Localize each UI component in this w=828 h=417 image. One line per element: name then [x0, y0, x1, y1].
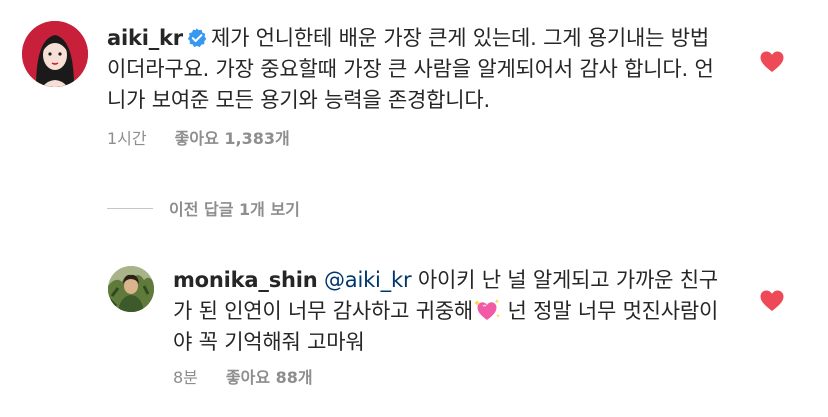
comment-likes[interactable]: 좋아요 1,383개	[175, 129, 290, 148]
replies-divider	[107, 207, 153, 209]
avatar-aiki-kr[interactable]	[22, 21, 88, 87]
comment-2-text: monika_shin @aiki_kr 아이키 난 널 알게되고 가까운 친구…	[173, 265, 733, 358]
avatar-monika-shin[interactable]	[108, 266, 154, 312]
like-heart-icon[interactable]	[760, 51, 784, 73]
view-replies-label[interactable]: 이전 답글 1개 보기	[169, 196, 300, 220]
comment-1-text: aiki_kr 제가 언니한테 배운 가장 큰게 있는데. 그게 용기내는 방법이…	[107, 23, 727, 116]
comment-time: 8분	[173, 368, 198, 387]
comment-likes[interactable]: 좋아요 88개	[226, 368, 313, 387]
view-replies-toggle[interactable]: 이전 답글 1개 보기	[107, 196, 300, 220]
like-heart-icon[interactable]	[760, 290, 784, 312]
comment-username[interactable]: monika_shin	[173, 268, 318, 292]
comment-time: 1시간	[107, 129, 147, 148]
avatar-illustration-icon	[22, 21, 88, 87]
sparkling-heart-emoji-icon	[473, 297, 501, 323]
avatar-photo-icon	[108, 266, 154, 312]
comment-mention-link[interactable]: @aiki_kr	[324, 268, 412, 292]
verified-badge-icon	[187, 26, 207, 48]
comment-2-meta: 8분 좋아요 88개	[173, 364, 313, 388]
comment-username[interactable]: aiki_kr	[107, 26, 183, 50]
comment-1-meta: 1시간 좋아요 1,383개	[107, 125, 290, 149]
